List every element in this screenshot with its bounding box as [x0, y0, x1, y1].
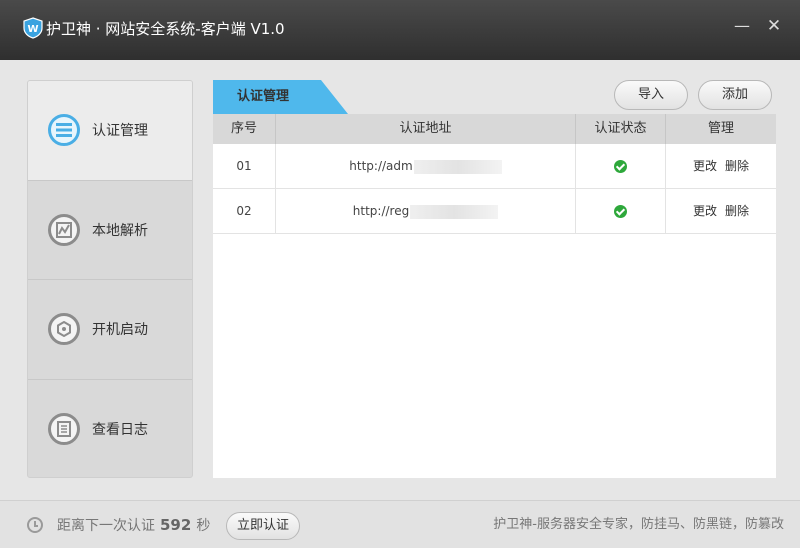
shield-logo-icon: W	[23, 17, 43, 39]
sidebar-item-local-resolve[interactable]: 本地解析	[28, 181, 192, 280]
table-row[interactable]: 02 http://reg 更改 删除	[213, 189, 776, 234]
countdown-value: 592	[160, 516, 192, 534]
main-area: 认证管理 本地解析 开机启动 查看日志 认证管理 导入 添加 序号 认证地址 认…	[0, 60, 800, 500]
import-button[interactable]: 导入	[614, 80, 688, 110]
row-url: http://reg	[352, 204, 410, 218]
svg-text:W: W	[27, 24, 38, 35]
close-button[interactable]: ✕	[762, 14, 786, 38]
footer-slogan: 护卫神-服务器安全专家，防挂马、防黑链，防篡改	[493, 517, 784, 532]
row-url-cell: http://reg	[276, 189, 576, 233]
chart-icon	[48, 213, 80, 246]
sidebar-item-label: 本地解析	[92, 222, 148, 239]
window-title: 护卫神 · 网站安全系统-客户端 V1.0	[46, 20, 285, 38]
countdown-text: 距离下一次认证 592 秒	[57, 515, 210, 536]
column-header-manage: 管理	[707, 121, 734, 136]
row-url-cell: http://adm	[276, 144, 576, 188]
redacted-url-mask	[410, 204, 499, 219]
sidebar-item-label: 开机启动	[92, 322, 148, 339]
status-bar: 距离下一次认证 592 秒 立即认证 护卫神-服务器安全专家，防挂马、防黑链，防篡改	[0, 500, 800, 548]
column-header-status: 认证状态	[576, 114, 666, 144]
sidebar: 认证管理 本地解析 开机启动 查看日志	[27, 80, 193, 478]
check-circle-icon	[614, 160, 627, 173]
sidebar-item-startup[interactable]: 开机启动	[28, 280, 192, 380]
sidebar-item-label: 认证管理	[92, 123, 148, 140]
countdown-prefix: 距离下一次认证	[57, 518, 155, 534]
auth-table: 序号 认证地址 认证状态 管理 01 http://adm 更改 删除 02 h…	[213, 114, 776, 478]
row-status	[576, 189, 666, 233]
row-url: http://adm	[349, 159, 413, 173]
row-status	[576, 144, 666, 188]
row-index: 01	[213, 144, 276, 188]
minimize-button[interactable]: —	[730, 14, 754, 38]
sidebar-item-label: 查看日志	[92, 422, 148, 439]
row-index: 02	[213, 189, 276, 233]
column-header-url: 认证地址	[276, 114, 576, 144]
hexagon-icon	[48, 313, 80, 346]
delete-link[interactable]: 删除	[725, 159, 749, 173]
list-icon	[48, 114, 80, 147]
edit-link[interactable]: 更改	[693, 159, 717, 173]
tab-auth-management[interactable]: 认证管理	[213, 80, 348, 114]
sidebar-item-view-logs[interactable]: 查看日志	[28, 380, 192, 478]
content-area: 认证管理 导入 添加 序号 认证地址 认证状态 管理 01 http://adm…	[213, 80, 776, 478]
delete-link[interactable]: 删除	[725, 204, 749, 218]
document-icon	[48, 413, 80, 446]
countdown-unit: 秒	[196, 518, 211, 534]
redacted-url-mask	[413, 159, 502, 174]
table-header: 序号 认证地址 认证状态 管理	[213, 114, 776, 144]
authenticate-now-button[interactable]: 立即认证	[226, 512, 300, 540]
clock-icon	[27, 517, 43, 533]
column-header-index: 序号	[213, 114, 276, 144]
row-manage: 更改 删除	[666, 144, 776, 188]
add-button[interactable]: 添加	[698, 80, 772, 110]
check-circle-icon	[614, 205, 627, 218]
row-manage: 更改 删除	[666, 189, 776, 233]
edit-link[interactable]: 更改	[693, 204, 717, 218]
title-bar: W 护卫神 · 网站安全系统-客户端 V1.0 — ✕	[0, 0, 800, 60]
sidebar-item-auth-management[interactable]: 认证管理	[28, 81, 192, 181]
table-row[interactable]: 01 http://adm 更改 删除	[213, 144, 776, 189]
